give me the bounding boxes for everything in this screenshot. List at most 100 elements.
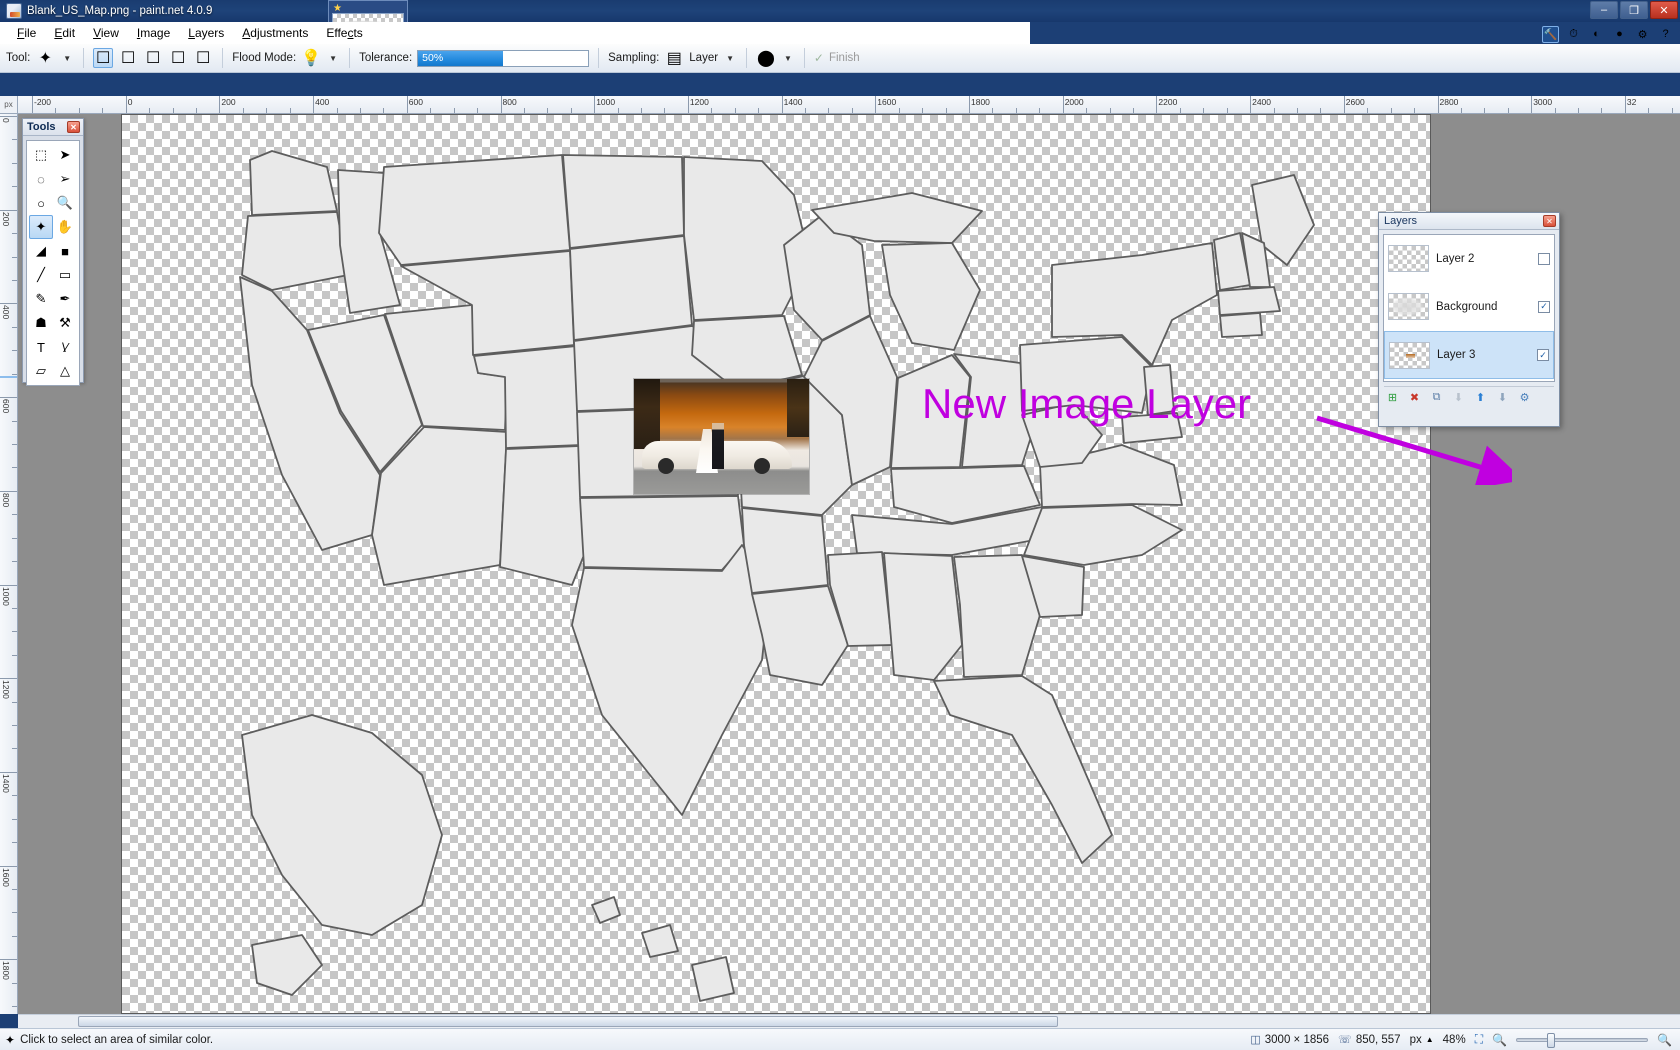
text-tool[interactable]: T xyxy=(29,335,53,359)
move-selection-tool[interactable]: ➢ xyxy=(53,167,77,191)
layer-row[interactable]: Layer 2 xyxy=(1384,235,1554,283)
color-picker-tool[interactable]: ✒ xyxy=(53,287,77,311)
settings-hammer-icon[interactable]: 🔨 xyxy=(1542,25,1559,43)
zoom-in-icon[interactable]: 🔍 xyxy=(1657,1033,1672,1047)
image-canvas[interactable]: New Image Layer xyxy=(121,114,1512,1014)
move-layer-up-button[interactable]: ⬆ xyxy=(1472,389,1489,406)
selection-mode-exclude-button[interactable]: ☐ xyxy=(143,48,163,68)
add-new-layer-button[interactable]: ⊞ xyxy=(1384,389,1401,406)
unit-caret-icon[interactable]: ▲ xyxy=(1426,1035,1434,1044)
line-curve-tool[interactable]: \⁄ xyxy=(53,335,77,359)
divider xyxy=(803,48,805,68)
merge-layer-down-button[interactable]: ⬇ xyxy=(1450,389,1467,406)
pencil-tool[interactable]: ✎ xyxy=(29,287,53,311)
layer-visibility-checkbox[interactable] xyxy=(1538,252,1550,265)
ruler-label: 200 xyxy=(1,211,11,226)
move-selected-tool[interactable]: ➤ xyxy=(53,143,77,167)
layer-row[interactable]: Layer 3 ✓ xyxy=(1384,331,1554,379)
pan-tool[interactable]: ✋ xyxy=(53,215,77,239)
tolerance-value: 50% xyxy=(422,51,444,64)
help-icon[interactable]: ? xyxy=(1657,26,1674,43)
antialiasing-caret-icon[interactable]: ▼ xyxy=(781,54,795,63)
fit-to-window-icon[interactable]: ⛶ xyxy=(1475,1032,1483,1047)
move-layer-down-button[interactable]: ⬇ xyxy=(1494,389,1511,406)
ruler-tick-minor xyxy=(477,108,479,113)
tools-close-icon[interactable]: ✕ xyxy=(67,121,80,133)
maximize-button[interactable]: ❐ xyxy=(1620,1,1648,19)
ruler-tick-minor xyxy=(1554,108,1556,113)
layer-row[interactable]: Background ✓ xyxy=(1384,283,1554,331)
gradient-tool[interactable]: ■ xyxy=(53,239,77,263)
ruler-tick-minor xyxy=(12,818,17,820)
eraser-tool[interactable]: ▭ xyxy=(53,263,77,287)
freeform-shape-tool[interactable]: △ xyxy=(53,359,77,383)
clone-stamp-tool[interactable]: ☗ xyxy=(29,311,53,335)
flood-local-icon[interactable]: 💡 xyxy=(301,48,321,68)
selection-mode-union-button[interactable]: ☐ xyxy=(118,48,138,68)
pasted-image-layer[interactable] xyxy=(634,379,809,494)
ellipse-select-tool[interactable]: ○ xyxy=(29,191,53,215)
selection-mode-xor-button[interactable]: ☐ xyxy=(168,48,188,68)
close-button[interactable]: ✕ xyxy=(1650,1,1678,19)
zoom-slider[interactable] xyxy=(1516,1032,1649,1048)
unit-group[interactable]: px ▲ xyxy=(1410,1034,1434,1046)
tools-window[interactable]: Tools ✕ ⬚ ➤ ◌ ➢ ○ 🔍 ✦ ✋ ◢ ■ ╱ ▭ ✎ ✒ ☗ ⚒ T \⁄ ▱ △ xyxy=(22,118,84,386)
palette-icon[interactable]: ◐ xyxy=(1588,26,1605,43)
selection-mode-intersect-button[interactable]: ☐ xyxy=(193,48,213,68)
divider xyxy=(222,48,224,68)
menu-effects[interactable]: Effects xyxy=(317,24,371,42)
image-size-value: 3000 × 1856 xyxy=(1264,1033,1330,1046)
paintbrush-tool[interactable]: ╱ xyxy=(29,263,53,287)
history-clock-icon[interactable]: ⏱ xyxy=(1565,26,1582,43)
shapes-tool[interactable]: ▱ xyxy=(29,359,53,383)
minimize-button[interactable]: – xyxy=(1590,1,1618,19)
menu-adjustments-label: djustments xyxy=(250,25,309,40)
horizontal-scrollbar[interactable] xyxy=(18,1014,1680,1028)
menu-image[interactable]: Image xyxy=(128,24,179,42)
layer-properties-button[interactable]: ⚙ xyxy=(1516,389,1533,406)
tools-grid[interactable]: ⬚ ➤ ◌ ➢ ○ 🔍 ✦ ✋ ◢ ■ ╱ ▭ ✎ ✒ ☗ ⚒ T \⁄ ▱ △ xyxy=(26,140,80,386)
layers-window[interactable]: Layers ✕ Layer 2 Background ✓ Layer 3 ✓ ⊞ ✖ ⧉ ⬇… xyxy=(1378,212,1560,427)
window-controls[interactable]: – ❐ ✕ xyxy=(1590,1,1678,19)
layer-visibility-checkbox[interactable]: ✓ xyxy=(1537,349,1549,361)
paint-bucket-tool[interactable]: ◢ xyxy=(29,239,53,263)
horizontal-scrollbar-thumb[interactable] xyxy=(78,1016,1058,1027)
layers-list[interactable]: Layer 2 Background ✓ Layer 3 ✓ xyxy=(1383,234,1555,382)
layers-toolbar[interactable]: ⊞ ✖ ⧉ ⬇ ⬆ ⬇ ⚙ xyxy=(1384,386,1554,408)
tolerance-slider[interactable]: 50% xyxy=(417,49,590,67)
menu-file[interactable]: FFileile xyxy=(8,24,45,42)
ruler-tick xyxy=(0,209,17,211)
unit-value[interactable]: px xyxy=(1410,1034,1422,1046)
menu-edit[interactable]: Edit xyxy=(45,24,84,42)
app-icon xyxy=(6,3,22,19)
menu-adjustments[interactable]: Adjustments xyxy=(233,24,317,42)
ruler-tick-minor xyxy=(1109,108,1111,113)
finish-button[interactable]: Finish xyxy=(829,52,860,64)
zoom-tool[interactable]: 🔍 xyxy=(53,191,77,215)
ruler-label: 600 xyxy=(408,97,423,107)
menu-layers[interactable]: Layers xyxy=(179,24,233,42)
gear-icon[interactable]: ⚙ xyxy=(1634,26,1651,43)
menu-view[interactable]: View xyxy=(84,24,128,42)
tool-dropdown-caret-icon[interactable]: ▼ xyxy=(60,54,74,63)
magic-wand-tool[interactable]: ✦ xyxy=(29,215,53,239)
selection-mode-replace-button[interactable]: ☐ xyxy=(93,48,114,68)
layers-close-icon[interactable]: ✕ xyxy=(1543,215,1556,227)
zoom-slider-knob[interactable] xyxy=(1547,1032,1556,1048)
duplicate-layer-button[interactable]: ⧉ xyxy=(1428,389,1445,406)
layer-visibility-checkbox[interactable]: ✓ xyxy=(1538,300,1550,313)
horizontal-ruler[interactable]: -200 0 200 400 600 800 1000 1200 1400 1600 1800 200… xyxy=(18,96,1680,114)
delete-layer-button[interactable]: ✖ xyxy=(1406,389,1423,406)
lasso-select-tool[interactable]: ◌ xyxy=(29,167,53,191)
rectangle-select-tool[interactable]: ⬚ xyxy=(29,143,53,167)
zoom-out-icon[interactable]: 🔍 xyxy=(1492,1033,1507,1047)
antialiasing-icon[interactable]: ⬤ xyxy=(756,48,776,68)
ruler-label: 400 xyxy=(315,97,330,107)
colors-icon[interactable]: ● xyxy=(1611,26,1628,43)
top-right-icon-row[interactable]: 🔨 ⏱ ◐ ● ⚙ ? xyxy=(1542,24,1674,44)
flood-mode-caret-icon[interactable]: ▼ xyxy=(326,54,340,63)
vertical-ruler[interactable]: 0 200 400 600 800 1000 1200 1400 1600 1800 xyxy=(0,114,18,1014)
recolor-tool[interactable]: ⚒ xyxy=(53,311,77,335)
sampling-caret-icon[interactable]: ▼ xyxy=(723,54,737,63)
zoom-level-value[interactable]: 48% xyxy=(1443,1034,1466,1046)
